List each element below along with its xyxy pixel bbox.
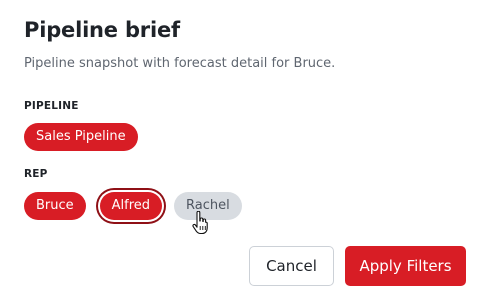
chip-rachel[interactable]: Rachel [174,192,242,220]
cancel-button[interactable]: Cancel [249,246,334,286]
rep-section-label: REP [24,168,48,180]
chip-bruce[interactable]: Bruce [24,192,86,220]
pipeline-chip-group: Sales Pipeline [24,123,138,151]
dialog-subtitle: Pipeline snapshot with forecast detail f… [24,56,336,71]
chip-alfred[interactable]: Alfred [99,192,163,220]
pipeline-section-label: PIPELINE [24,100,79,112]
rep-chip-group: Bruce Alfred Rachel [24,192,242,220]
apply-filters-button[interactable]: Apply Filters [345,246,466,286]
dialog-title: Pipeline brief [24,18,180,42]
chip-sales-pipeline[interactable]: Sales Pipeline [24,123,138,151]
pipeline-brief-dialog: Pipeline brief Pipeline snapshot with fo… [0,0,489,308]
